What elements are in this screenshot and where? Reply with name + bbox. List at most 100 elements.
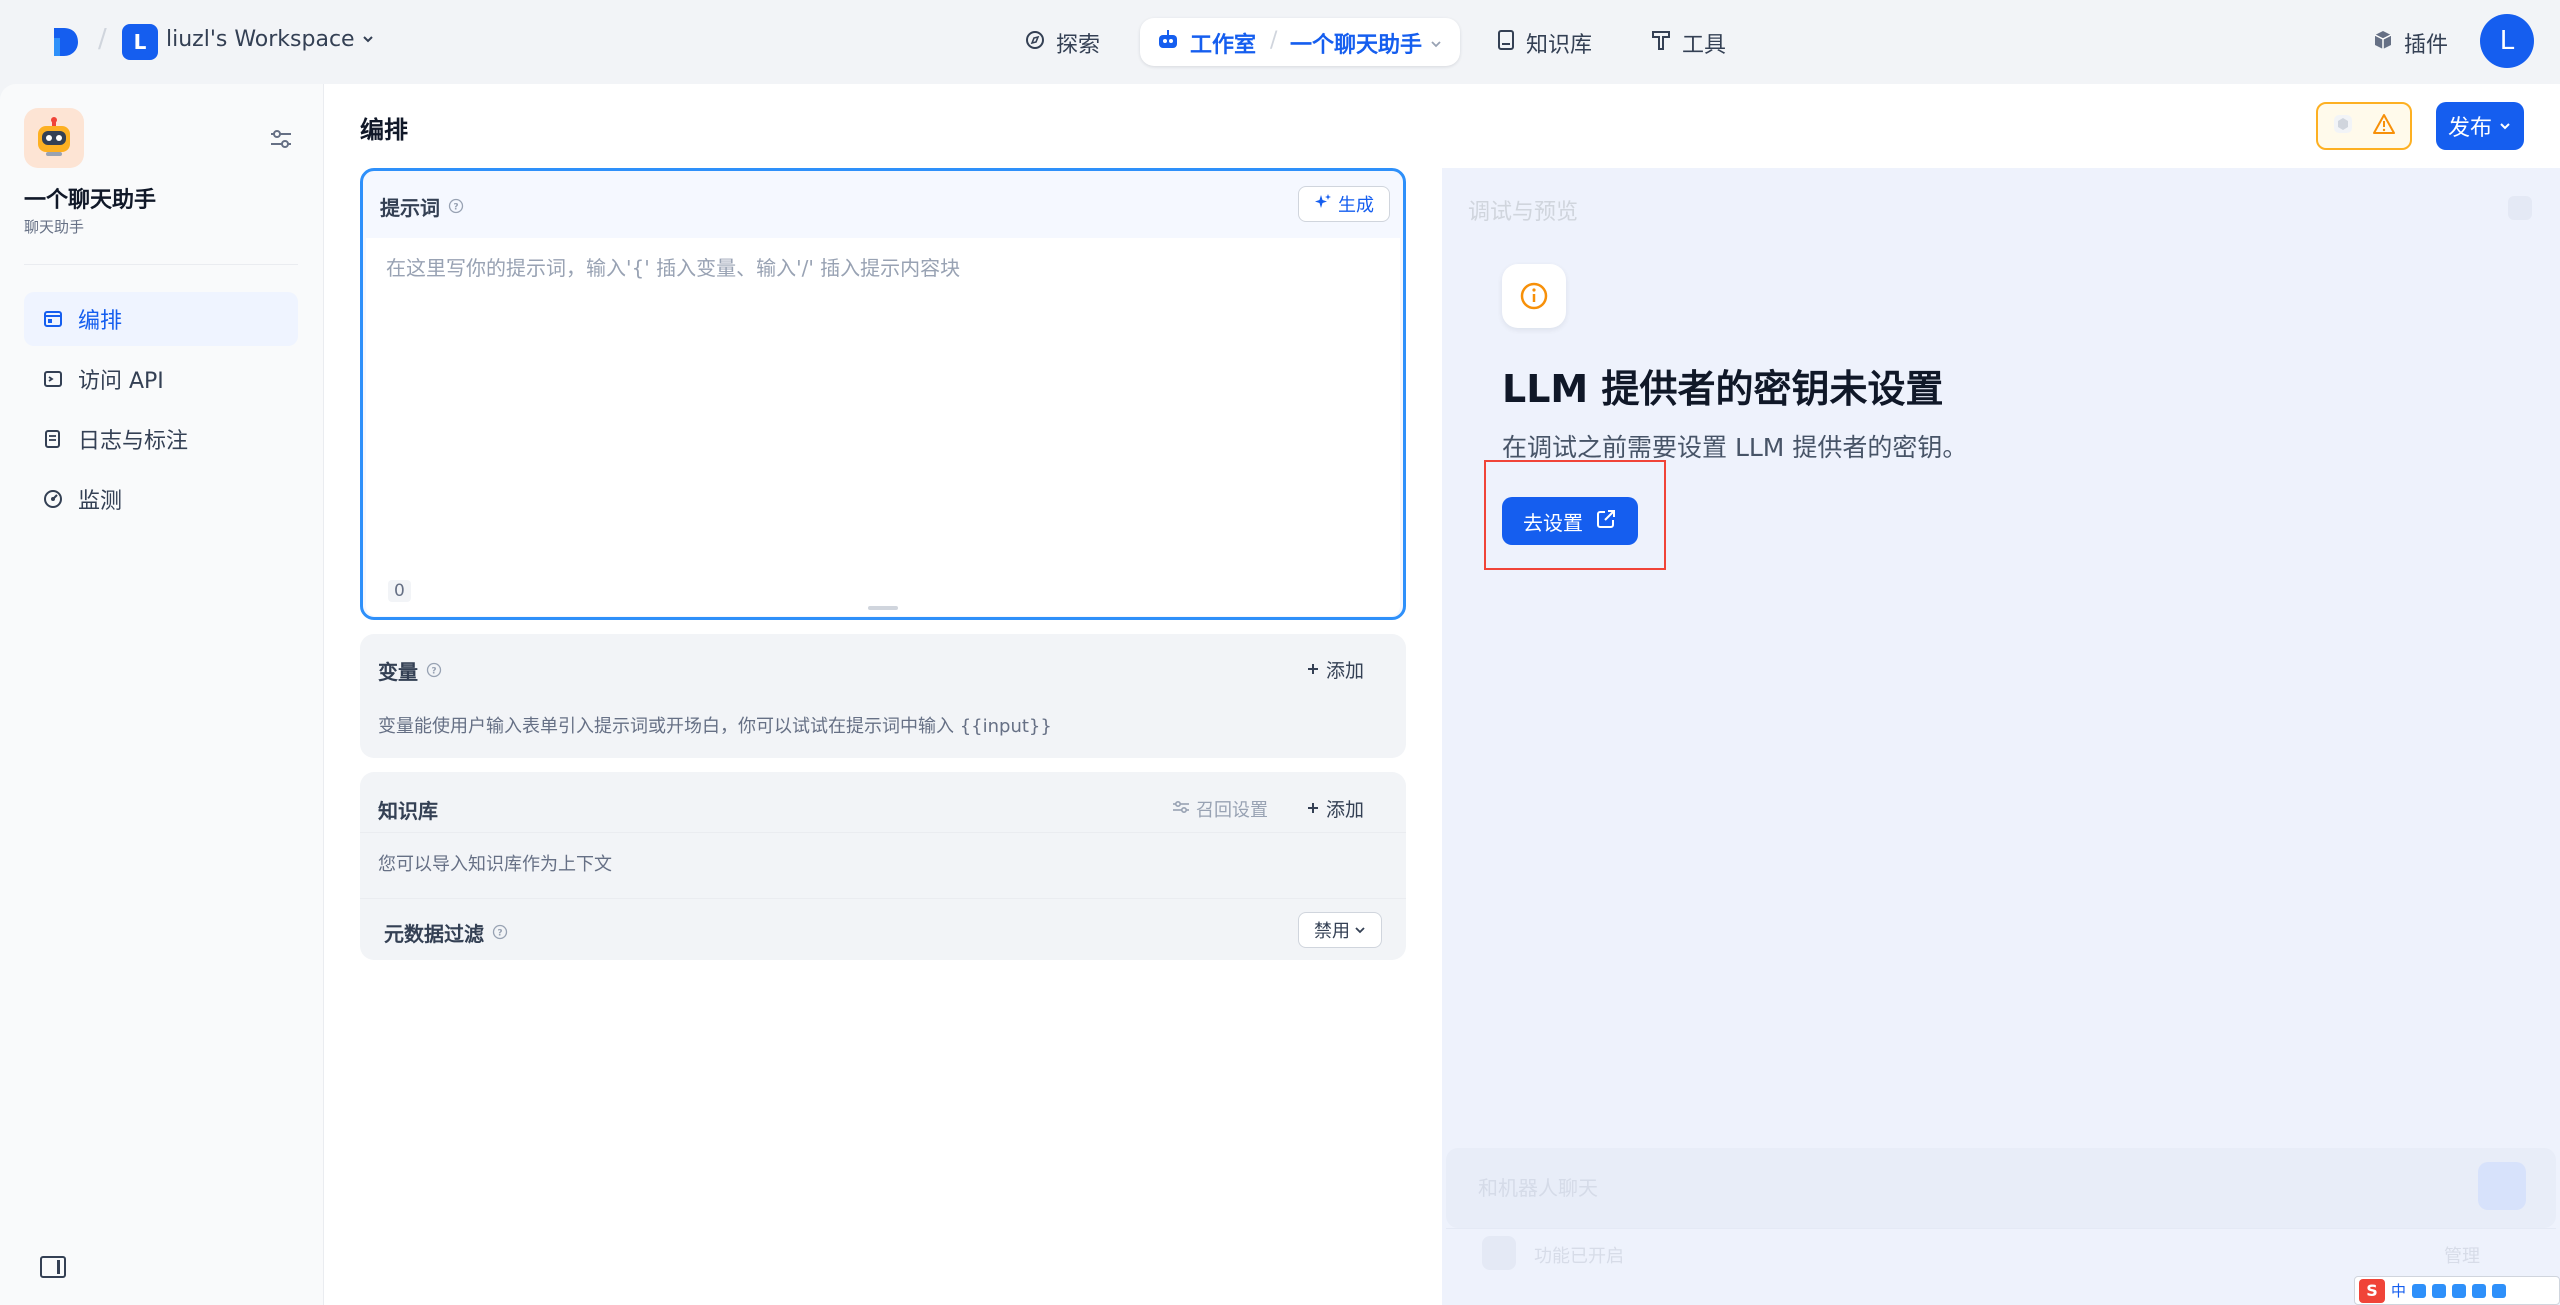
feature-label: 功能已开启	[1534, 1246, 1624, 1267]
nav-tools-label: 工具	[1682, 33, 1727, 58]
toolbox-icon	[2492, 1283, 2507, 1298]
breadcrumb-separator: /	[98, 24, 107, 54]
add-label: 添加	[1326, 660, 1365, 682]
app-icon	[24, 108, 84, 168]
add-label: 添加	[1326, 799, 1365, 821]
page-title: 编排	[360, 116, 408, 144]
microphone-icon	[2432, 1283, 2447, 1298]
app-sidebar	[0, 84, 324, 1305]
external-link-icon	[1595, 508, 1617, 535]
recall-label: 召回设置	[1196, 800, 1268, 821]
nav-explore[interactable]: 探索	[1024, 22, 1100, 64]
svg-text:?: ?	[431, 666, 436, 676]
sparkle-icon	[1314, 193, 1332, 216]
app-settings-icon[interactable]	[266, 124, 296, 154]
sidebar-item-label: 监测	[78, 489, 123, 514]
knowledge-title: 知识库	[378, 799, 438, 823]
chat-input[interactable]	[1446, 1148, 2556, 1228]
workspace-avatar[interactable]: L	[122, 24, 158, 60]
variables-card	[360, 634, 1406, 758]
generate-label: 生成	[1338, 195, 1374, 216]
char-count: 0	[388, 580, 411, 602]
sidebar-item-label: 访问 API	[78, 369, 164, 394]
dashboard-icon	[42, 488, 64, 510]
prompt-label-text: 提示词	[380, 196, 440, 220]
nav-studio-label: 工作室	[1190, 33, 1257, 58]
app-type: 聊天助手	[24, 218, 85, 236]
svg-text:?: ?	[453, 202, 458, 212]
metadata-filter-title: 元数据过滤 ?	[384, 918, 508, 947]
ime-toolbar[interactable]: S 中	[2354, 1276, 2560, 1305]
chevron-down-icon	[1430, 31, 1442, 56]
user-avatar[interactable]: L	[2480, 14, 2534, 68]
help-icon[interactable]: ?	[492, 921, 508, 945]
knowledge-description: 您可以导入知识库作为上下文	[378, 854, 612, 875]
llm-key-missing-description: 在调试之前需要设置 LLM 提供者的密钥。	[1502, 433, 1968, 462]
divider	[360, 832, 1406, 833]
add-variable-button[interactable]: 添加	[1306, 656, 1364, 683]
metadata-filter-select[interactable]: 禁用	[1298, 912, 1382, 948]
sogou-icon: S	[2359, 1278, 2385, 1303]
sidebar-item-orchestrate[interactable]: 编排	[24, 292, 298, 346]
go-to-settings-label: 去设置	[1523, 510, 1583, 535]
ime-language: 中	[2391, 1282, 2407, 1300]
debug-preview-panel	[1442, 168, 2560, 1305]
dify-logo[interactable]	[50, 26, 82, 58]
svg-text:?: ?	[497, 928, 502, 938]
variables-title-text: 变量	[378, 660, 418, 684]
prompt-label: 提示词 ?	[380, 192, 464, 221]
keyboard-icon	[2452, 1283, 2467, 1298]
send-button[interactable]	[2478, 1162, 2526, 1210]
nav-knowledge-label: 知识库	[1526, 33, 1593, 58]
recall-settings-button[interactable]: 召回设置	[1172, 796, 1268, 822]
warning-triangle-icon	[2372, 113, 2396, 140]
nav-tools[interactable]: 工具	[1650, 22, 1726, 64]
sidebar-item-logs[interactable]: 日志与标注	[24, 412, 298, 466]
nav-plugins-label: 插件	[2404, 33, 2449, 58]
punctuation-icon	[2412, 1283, 2427, 1298]
debug-options-icon[interactable]	[2508, 196, 2532, 220]
nav-plugins[interactable]: 插件	[2372, 22, 2448, 64]
sliders-icon	[1172, 799, 1190, 820]
variables-title: 变量 ?	[378, 656, 442, 685]
metadata-filter-value: 禁用	[1314, 921, 1350, 942]
current-app-name: 一个聊天助手	[1290, 33, 1423, 58]
publish-label: 发布	[2447, 116, 2492, 141]
sidebar-divider	[24, 264, 298, 265]
robot-icon	[1156, 29, 1180, 57]
nav-explore-label: 探索	[1056, 33, 1101, 58]
chat-placeholder: 和机器人聊天	[1478, 1176, 1598, 1200]
prompt-input[interactable]	[366, 238, 1400, 616]
go-to-settings-button[interactable]: 去设置	[1502, 497, 1638, 545]
resize-handle[interactable]	[868, 606, 898, 610]
publish-button[interactable]: 发布	[2436, 102, 2524, 150]
nav-studio[interactable]: 工作室	[1156, 22, 1256, 64]
cube-icon	[2372, 29, 2394, 57]
file-list-icon	[42, 428, 64, 450]
metadata-filter-label: 元数据过滤	[384, 922, 484, 946]
workspace-name: liuzl's Workspace	[166, 27, 355, 52]
layout-icon	[42, 308, 64, 330]
hammer-icon	[1650, 29, 1672, 57]
debug-title: 调试与预览	[1468, 200, 1579, 225]
warning-indicator[interactable]	[2316, 102, 2412, 150]
sidebar-collapse-icon[interactable]	[40, 1256, 66, 1278]
feature-manage-button[interactable]: 管理	[2444, 1242, 2480, 1268]
compass-icon	[1024, 29, 1046, 57]
nav-knowledge[interactable]: 知识库	[1496, 22, 1592, 64]
help-icon[interactable]: ?	[426, 659, 442, 683]
generate-button[interactable]: 生成	[1298, 186, 1390, 222]
plus-icon	[1306, 659, 1320, 681]
sidebar-item-monitor[interactable]: 监测	[24, 472, 298, 526]
feature-icon	[1482, 1236, 1516, 1270]
sidebar-item-api[interactable]: 访问 API	[24, 352, 298, 406]
chevron-down-icon	[2498, 114, 2512, 139]
divider	[360, 898, 1406, 899]
robot-face-icon	[38, 117, 70, 156]
workspace-switcher[interactable]: liuzl's Workspace	[166, 27, 375, 52]
variables-description: 变量能使用户输入表单引入提示词或开场白，你可以试试在提示词中输入 {{input…	[378, 716, 1052, 737]
app-switcher[interactable]: 一个聊天助手	[1290, 22, 1442, 64]
app-name: 一个聊天助手	[24, 188, 157, 213]
add-knowledge-button[interactable]: 添加	[1306, 795, 1364, 822]
help-icon[interactable]: ?	[448, 195, 464, 219]
